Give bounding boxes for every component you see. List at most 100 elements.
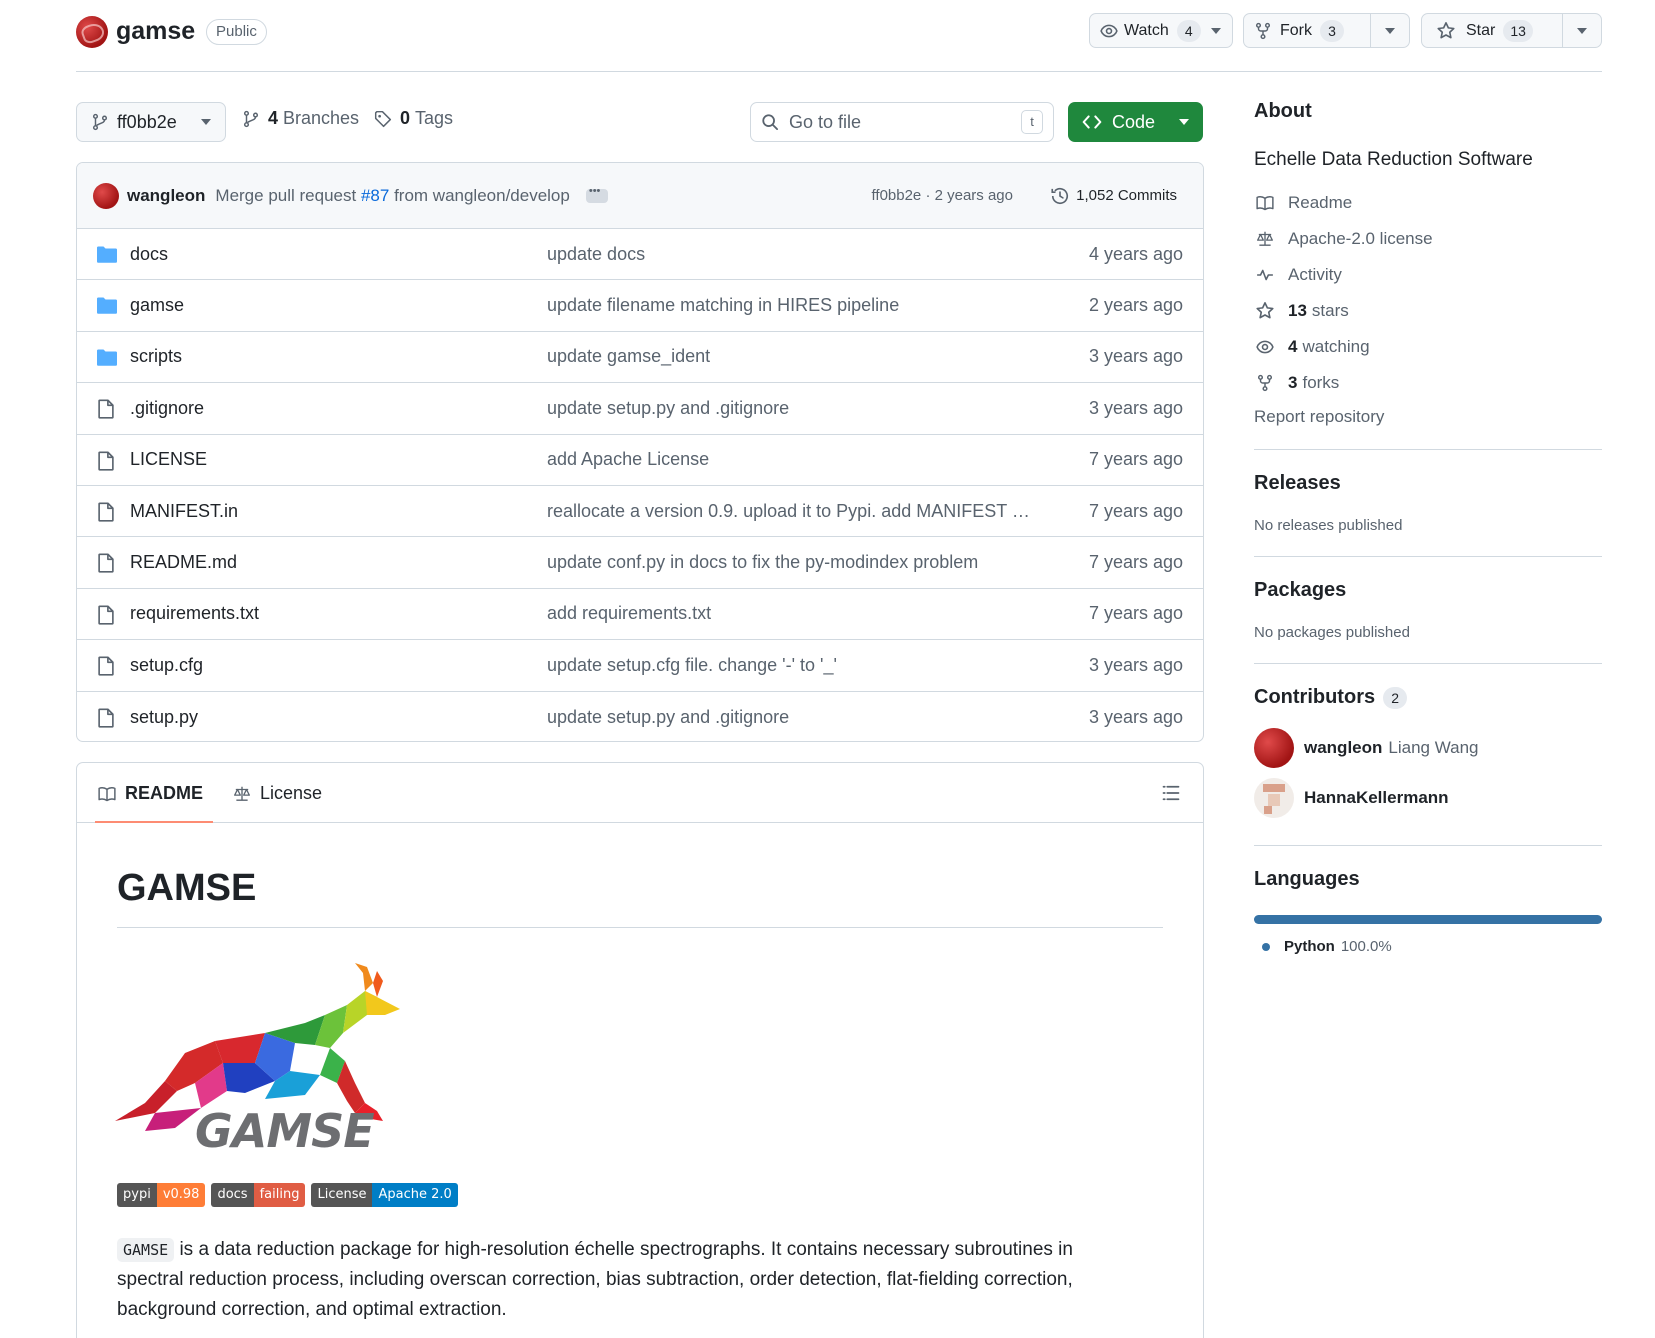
fork-button[interactable]: Fork 3 [1243,13,1410,48]
badge-license[interactable]: License Apache 2.0 [311,1183,458,1207]
code-button[interactable]: Code [1068,102,1203,142]
pull-request-link[interactable]: #87 [361,186,389,205]
file-name[interactable]: gamse [130,295,184,316]
file-row: requirements.txt add requirements.txt 7 ye… [77,589,1203,641]
keyboard-shortcut-hint: t [1021,110,1043,134]
code-icon [1082,113,1102,131]
branches-count: 4 [268,108,279,128]
watch-button[interactable]: Watch 4 [1089,13,1233,48]
logo-wordmark: GAMSE [195,1104,374,1153]
branches-link[interactable]: 4 Branches [242,108,359,129]
search-icon [761,113,779,131]
file-commit-message[interactable]: update setup.py and .gitignore [547,398,1037,419]
branches-label: Branches [283,108,360,128]
file-name[interactable]: .gitignore [130,398,204,419]
tab-readme[interactable]: README [94,783,214,823]
file-name[interactable]: setup.py [130,707,198,728]
language-item[interactable]: Python 100.0% [1254,938,1602,955]
file-commit-message[interactable]: update conf.py in docs to fix the py-mod… [547,552,1037,573]
outline-list-icon[interactable] [1161,783,1181,803]
file-row: scripts update gamse_ident 3 years ago [77,332,1203,384]
commits-link[interactable]: 1,052 Commits [1050,186,1177,206]
sidebar-item-activity[interactable]: Activity [1254,257,1602,293]
readme-body: is a data reduction package for high-res… [117,1239,1073,1320]
file-icon [97,553,115,573]
sidebar-item-label: forks [1302,373,1340,392]
badge-docs[interactable]: docs failing [211,1183,306,1207]
contributor-name: Liang Wang [1388,738,1479,757]
contributor-item[interactable]: HannaKellermann [1254,773,1602,823]
pulse-icon [1254,266,1276,284]
file-commit-message[interactable]: update gamse_ident [547,346,1037,367]
sidebar-item-stars[interactable]: 13 stars [1254,293,1602,329]
language-bar [1254,915,1602,924]
repo-description: Echelle Data Reduction Software [1254,149,1533,170]
contributor-login[interactable]: HannaKellermann [1304,788,1449,808]
badge-row: pypi v0.98 docs failing License Apache 2.0 [117,1183,458,1207]
packages-heading[interactable]: Packages [1254,579,1602,602]
file-name[interactable]: requirements.txt [130,603,259,624]
file-commit-message[interactable]: add Apache License [547,449,1037,470]
badge-label: pypi [117,1183,157,1207]
releases-heading[interactable]: Releases [1254,472,1602,495]
commit-meta[interactable]: ff0bb2e · 2 years ago [872,187,1014,204]
tab-license[interactable]: License [232,783,322,804]
file-name[interactable]: setup.cfg [130,655,203,676]
report-repository-link[interactable]: Report repository [1254,407,1602,427]
sidebar-item-license[interactable]: Apache-2.0 license [1254,221,1602,257]
tab-readme-label: README [125,783,204,803]
file-commit-message[interactable]: reallocate a version 0.9. upload it to P… [547,501,1037,522]
sidebar-item-watching[interactable]: 4 watching [1254,329,1602,365]
owner-avatar[interactable] [76,16,108,48]
tags-link[interactable]: 0 Tags [374,108,453,129]
repo-name[interactable]: gamse [116,17,195,46]
file-commit-time: 3 years ago [1088,397,1183,418]
releases-empty-text: No releases published [1254,517,1403,534]
eye-icon [1254,338,1276,356]
commit-message[interactable]: Merge pull request #87 from wangleon/dev… [215,186,569,206]
forks-count: 3 [1288,373,1298,392]
badge-pypi[interactable]: pypi v0.98 [117,1183,206,1207]
contributor-avatar[interactable] [1254,778,1294,818]
expand-commit-button[interactable] [585,185,608,203]
commit-author[interactable]: wangleon [127,186,205,206]
fork-label: Fork [1280,21,1312,39]
commit-author-avatar[interactable] [93,182,119,209]
file-commit-time: 4 years ago [1088,243,1183,264]
file-commit-message[interactable]: update docs [547,244,1037,265]
star-button[interactable]: Star 13 [1421,13,1602,48]
file-commit-message[interactable]: update setup.py and .gitignore [547,707,1037,728]
file-commit-message[interactable]: add requirements.txt [547,603,1037,624]
sidebar-item-label: Readme [1288,193,1353,212]
file-commit-message[interactable]: update setup.cfg file. change '-' to '_' [547,655,1037,676]
contributor-login[interactable]: wangleon [1304,738,1382,758]
visibility-badge: Public [206,19,267,45]
contributor-avatar[interactable] [1254,728,1294,768]
chevron-down-icon[interactable] [1577,27,1587,34]
heading-divider [117,927,1163,928]
contributors-heading[interactable]: Contributors [1254,686,1375,709]
file-name[interactable]: docs [130,244,168,265]
star-icon [1436,21,1456,41]
sidebar-item-forks[interactable]: 3 forks [1254,365,1602,401]
file-commit-time: 2 years ago [1088,295,1183,316]
file-name[interactable]: LICENSE [130,449,207,470]
contributor-list: wangleon Liang Wang HannaKellermann [1254,723,1602,823]
branch-name: ff0bb2e [117,111,177,132]
divider [1254,556,1602,557]
file-commit-message[interactable]: update filename matching in HIRES pipeli… [547,295,1037,316]
file-name[interactable]: scripts [130,346,182,367]
file-icon [97,605,115,625]
contributor-item[interactable]: wangleon Liang Wang [1254,723,1602,773]
history-icon [1050,186,1070,206]
chevron-down-icon[interactable] [1210,27,1221,34]
chevron-down-icon[interactable] [1385,27,1395,34]
sidebar-item-readme[interactable]: Readme [1254,185,1602,221]
branch-selector[interactable]: ff0bb2e [76,102,226,142]
languages-heading: Languages [1254,868,1360,890]
go-to-file-input[interactable]: Go to file t [750,102,1054,142]
file-name[interactable]: MANIFEST.in [130,501,238,522]
star-label: Star [1466,21,1496,39]
tag-icon [374,110,392,128]
file-name[interactable]: README.md [130,552,237,573]
